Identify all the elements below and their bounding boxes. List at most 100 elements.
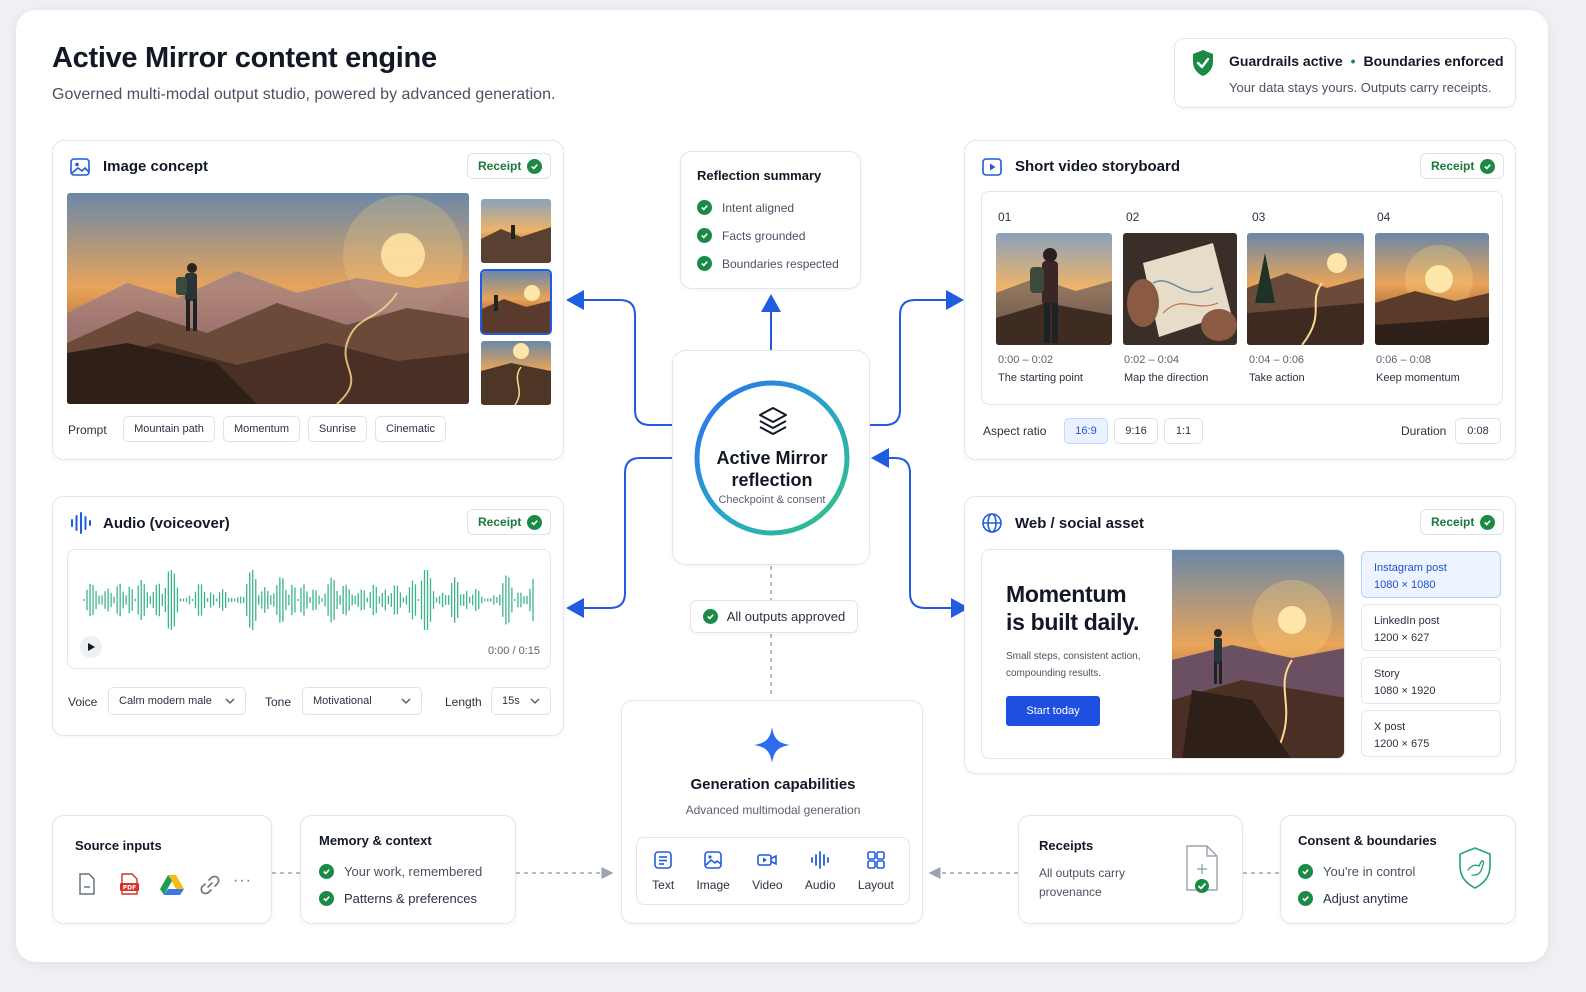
receipts-card: Receipts All outputs carry provenance <box>1018 815 1243 924</box>
play-icon <box>88 643 95 651</box>
tool-image[interactable]: Image <box>696 850 730 892</box>
consent-item: Adjust anytime <box>1298 891 1408 906</box>
source-inputs-title: Source inputs <box>75 838 162 853</box>
storyboard-frame-2[interactable] <box>1123 233 1237 345</box>
memory-item: Patterns & preferences <box>319 891 477 906</box>
tool-layout[interactable]: Layout <box>858 850 894 892</box>
storyboard-frame-4[interactable] <box>1375 233 1489 345</box>
tone-value: Motivational <box>313 695 372 707</box>
thumbnail-2 <box>482 271 550 333</box>
audio-card: Audio (voiceover) Receipt 0:00 / 0:15 Vo… <box>52 496 564 736</box>
tag-chip[interactable]: Momentum <box>223 416 300 442</box>
size-name: Instagram post <box>1374 562 1447 574</box>
image-concept-title: Image concept <box>103 158 209 175</box>
social-post-preview: Momentum is built daily. Small steps, co… <box>981 549 1345 759</box>
main-concept-image[interactable] <box>67 193 469 404</box>
size-option-story[interactable]: Story 1080 × 1920 <box>1361 657 1501 704</box>
web-social-card: Web / social asset Receipt Momentum is b… <box>964 496 1516 774</box>
tag-chip[interactable]: Sunrise <box>308 416 367 442</box>
play-button[interactable] <box>80 636 102 658</box>
tone-select[interactable]: Motivational <box>302 687 422 715</box>
tool-audio[interactable]: Audio <box>805 850 836 892</box>
post-headline-line1: Momentum <box>1006 581 1127 607</box>
receipts-line2: provenance <box>1039 885 1102 899</box>
web-title: Web / social asset <box>1015 515 1144 532</box>
reflection-summary-card: Reflection summary Intent aligned Facts … <box>680 151 861 289</box>
video-receipt-badge[interactable]: Receipt <box>1420 153 1505 179</box>
image-concept-card: Image concept Receipt Prompt Mountain pa… <box>52 140 564 460</box>
receipts-title: Receipts <box>1039 838 1094 853</box>
size-dims: 1200 × 675 <box>1374 738 1430 750</box>
length-label: Length <box>445 695 482 709</box>
size-dims: 1200 × 627 <box>1374 632 1430 644</box>
size-name: X post <box>1374 721 1406 733</box>
link-icon[interactable] <box>199 874 221 896</box>
video-icon <box>982 158 1002 176</box>
waveform-icon <box>811 851 830 869</box>
consent-card: Consent & boundaries You're in control A… <box>1280 815 1516 924</box>
drive-icon[interactable] <box>159 874 185 896</box>
audio-waveform[interactable] <box>82 570 538 630</box>
aspect-9-16-button[interactable]: 9:16 <box>1114 418 1158 444</box>
frame-caption: The starting point <box>998 372 1083 384</box>
check-icon <box>1298 891 1313 906</box>
post-image <box>1172 550 1344 758</box>
frame-number: 04 <box>1377 210 1391 224</box>
voice-select[interactable]: Calm modern male <box>108 687 246 715</box>
image-icon <box>70 158 90 176</box>
memory-card: Memory & context Your work, remembered P… <box>300 815 516 924</box>
pdf-icon[interactable]: PDF <box>119 872 141 896</box>
receipts-line1: All outputs carry <box>1039 866 1126 880</box>
aspect-1-1-button[interactable]: 1:1 <box>1164 418 1203 444</box>
frame-time: 0:06 – 0:08 <box>1376 354 1432 366</box>
check-icon <box>527 158 543 174</box>
separator-dot: • <box>1350 53 1356 69</box>
frame-caption: Keep momentum <box>1376 372 1460 384</box>
tag-chip[interactable]: Mountain path <box>123 416 215 442</box>
svg-text:PDF: PDF <box>123 885 136 892</box>
aspect-16-9-button[interactable]: 16:9 <box>1064 418 1108 444</box>
size-option-x[interactable]: X post 1200 × 675 <box>1361 710 1501 757</box>
size-option-instagram[interactable]: Instagram post 1080 × 1080 <box>1361 551 1501 598</box>
audio-receipt-badge[interactable]: Receipt <box>467 509 552 535</box>
layers-icon <box>759 407 787 435</box>
post-headline-line2: is built daily. <box>1006 609 1140 635</box>
tag-chip[interactable]: Cinematic <box>375 416 446 442</box>
frame-time: 0:02 – 0:04 <box>1124 354 1180 366</box>
length-select[interactable]: 15s <box>491 687 551 715</box>
reflection-center-card: Active Mirror reflection Checkpoint & co… <box>672 350 870 565</box>
duration-value[interactable]: 0:08 <box>1455 418 1501 444</box>
image-receipt-badge[interactable]: Receipt <box>467 153 552 179</box>
check-icon <box>527 514 543 530</box>
tool-bar: Text Image Video Audio Layout <box>636 837 910 905</box>
thumbnail-1[interactable] <box>481 199 551 263</box>
voice-label: Voice <box>68 695 98 709</box>
thumbnail-2-selected[interactable] <box>480 269 552 335</box>
tool-text[interactable]: Text <box>652 850 674 892</box>
web-receipt-badge[interactable]: Receipt <box>1420 509 1505 535</box>
tool-label: Image <box>696 878 730 892</box>
size-option-linkedin[interactable]: LinkedIn post 1200 × 627 <box>1361 604 1501 651</box>
frame-caption: Take action <box>1249 372 1305 384</box>
check-icon <box>319 864 334 879</box>
generation-subtitle: Advanced multimodal generation <box>685 803 861 817</box>
frame-time: 0:00 – 0:02 <box>998 354 1054 366</box>
start-today-button[interactable]: Start today <box>1006 696 1100 726</box>
frame-number: 02 <box>1126 210 1140 224</box>
page-title: Active Mirror content engine <box>52 42 437 74</box>
guardrails-panel: Guardrails active • Boundaries enforced … <box>1174 38 1516 108</box>
document-icon[interactable] <box>77 872 97 896</box>
check-icon <box>697 256 712 271</box>
aspect-ratio-label: Aspect ratio <box>983 424 1047 438</box>
storyboard-frame-1[interactable] <box>996 233 1112 345</box>
more-icon[interactable]: ··· <box>233 872 252 890</box>
storyboard-frame-3[interactable] <box>1247 233 1364 345</box>
size-name: Story <box>1374 668 1400 680</box>
frame-time: 0:04 – 0:06 <box>1249 354 1305 366</box>
audio-player: 0:00 / 0:15 <box>67 549 551 669</box>
post-body-line1: Small steps, consistent action, <box>1006 651 1141 662</box>
consent-item: You're in control <box>1298 864 1415 879</box>
thumbnail-3[interactable] <box>481 341 551 405</box>
layout-grid-icon <box>867 851 885 869</box>
tool-video[interactable]: Video <box>752 850 783 892</box>
